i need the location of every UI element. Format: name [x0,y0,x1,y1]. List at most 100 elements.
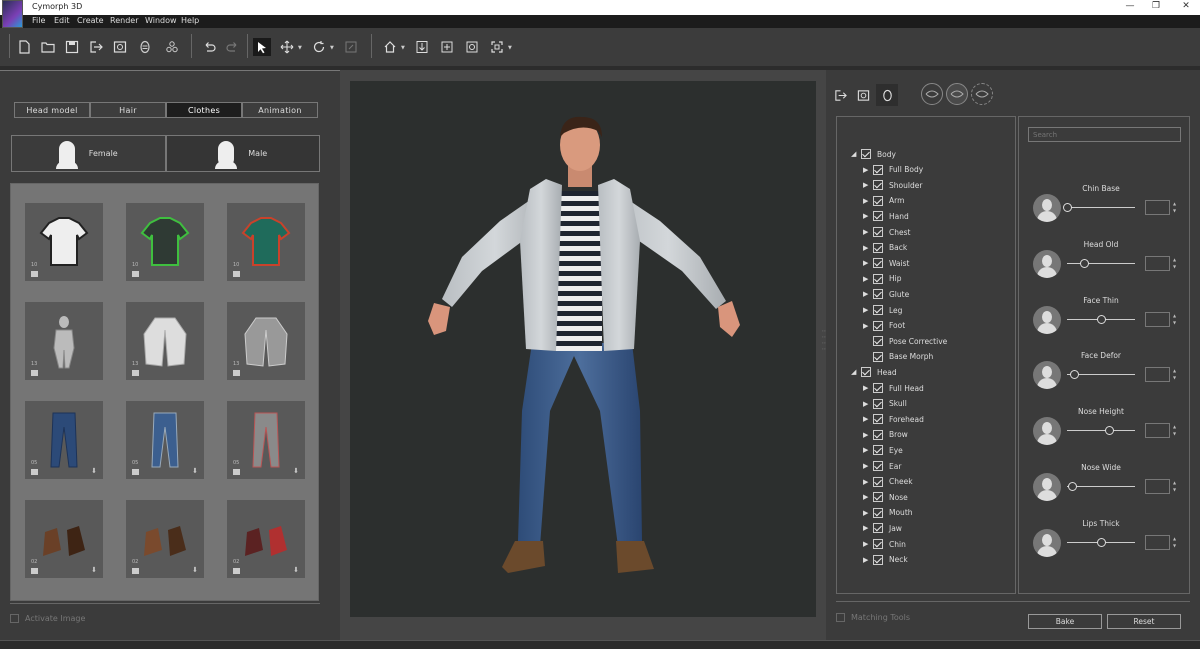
tree-item[interactable]: ▶ Eye [863,443,903,457]
clothing-item[interactable]: 13 [25,302,103,380]
rotate-tool-button[interactable] [310,38,328,56]
tree-item[interactable]: ◢ Head [851,365,897,379]
tree-checkbox[interactable] [873,195,883,206]
clothing-item[interactable]: 13 [227,302,305,380]
expand-arrow-icon[interactable]: ▶ [863,259,873,267]
morph-slider[interactable] [1067,314,1135,324]
tree-item[interactable]: ▶ Chest [863,225,910,239]
menu-create[interactable]: Create [77,16,104,25]
tree-checkbox[interactable] [873,336,883,347]
clothing-item[interactable]: 02 ⬇ [25,500,103,578]
menu-help[interactable]: Help [181,16,199,25]
clothing-item[interactable]: 05 ⬇ [227,401,305,479]
home-view-button[interactable] [381,38,399,56]
spin-arrows-icon[interactable]: ▲ ▼ [1173,312,1176,326]
tree-checkbox[interactable] [873,305,883,315]
head-view-button[interactable] [136,38,154,56]
tree-item[interactable]: ▶ Foot [863,319,905,333]
expand-arrow-icon[interactable]: ▶ [863,275,873,283]
tree-checkbox[interactable] [873,351,883,362]
chevron-down-icon[interactable]: ▼ [401,45,405,51]
tree-checkbox[interactable] [873,429,883,440]
expand-arrow-icon[interactable]: ▶ [863,306,873,314]
chevron-down-icon[interactable]: ▼ [298,45,302,51]
clothing-item[interactable]: 10 [227,203,305,281]
tree-item[interactable]: Base Morph [863,350,933,364]
value-spinbox[interactable] [1145,534,1170,550]
scale-tool-button[interactable] [342,38,360,56]
tree-checkbox[interactable] [873,476,883,487]
morph-slider[interactable] [1067,537,1135,547]
expand-arrow-icon[interactable]: ▶ [863,322,873,330]
expand-arrow-icon[interactable]: ▶ [863,384,873,392]
tree-item[interactable]: ▶ Forehead [863,412,924,426]
download-icon[interactable]: ⬇ [91,467,97,475]
tree-checkbox[interactable] [873,227,883,237]
tree-item[interactable]: ▶ Waist [863,256,909,270]
move-tool-button[interactable] [278,38,296,56]
slider-handle[interactable] [1069,370,1079,380]
tree-item[interactable]: ▶ Cheek [863,475,913,489]
morph-slider[interactable] [1063,203,1135,212]
expand-arrow-icon[interactable]: ▶ [863,400,873,408]
face-side-button[interactable] [946,83,968,105]
tab-hair[interactable]: Hair [90,102,166,118]
expand-arrow-icon[interactable]: ▶ [863,228,873,236]
expand-arrow-icon[interactable]: ▶ [863,540,873,548]
slider-handle[interactable] [1080,258,1089,268]
tree-checkbox[interactable] [861,367,871,378]
spin-arrows-icon[interactable]: ▲ ▼ [1173,367,1176,381]
chevron-down-icon[interactable]: ▼ [330,45,334,51]
undo-button[interactable] [200,38,218,56]
chevron-down-icon[interactable]: ▼ [508,45,512,51]
bake-button[interactable]: Bake [1028,614,1102,629]
spin-arrows-icon[interactable]: ▲ ▼ [1173,535,1176,549]
value-spinbox[interactable] [1145,479,1170,494]
activate-image-checkbox[interactable] [10,614,19,623]
spin-arrows-icon[interactable]: ▲ ▼ [1173,423,1176,437]
tree-item[interactable]: ▶ Mouth [863,506,913,520]
spin-arrows-icon[interactable]: ▲ ▼ [1173,200,1176,214]
expand-arrow-icon[interactable]: ▶ [863,446,873,454]
morph-slider[interactable] [1067,370,1135,380]
tree-item[interactable]: ▶ Shoulder [863,178,922,192]
value-spinbox[interactable] [1145,423,1170,439]
tree-checkbox[interactable] [873,507,883,518]
menu-window[interactable]: Window [145,16,177,25]
tree-checkbox[interactable] [873,445,883,456]
expand-arrow-icon[interactable]: ▶ [863,290,873,298]
open-button[interactable] [39,38,57,56]
save-button[interactable] [63,38,81,56]
tree-item[interactable]: ▶ Full Body [863,163,923,177]
face-front-button[interactable] [921,83,943,105]
tree-item[interactable]: ▶ Hip [863,272,901,286]
morph-slider[interactable] [1067,258,1135,268]
expand-arrow-icon[interactable]: ▶ [863,212,873,220]
clothing-item[interactable]: 05 ⬇ [25,401,103,479]
tree-item[interactable]: ▶ Nose [863,490,908,504]
search-input[interactable] [1028,127,1181,142]
morph-slider[interactable] [1067,426,1135,436]
download-icon[interactable]: ⬇ [192,467,198,475]
clothing-item[interactable]: 10 [25,203,103,281]
tree-checkbox[interactable] [873,211,883,222]
tree-item[interactable]: ▶ Arm [863,194,904,208]
face-profile-button[interactable] [971,83,993,105]
tree-item[interactable]: ◢ Body [851,147,896,161]
slider-handle[interactable] [1097,537,1106,547]
clothing-item[interactable]: 05 ⬇ [126,401,204,479]
morph-slider[interactable] [1067,482,1135,491]
tree-checkbox[interactable] [873,320,883,331]
tab-animation[interactable]: Animation [242,102,318,118]
render-button[interactable] [111,38,129,56]
tree-item[interactable]: ▶ Hand [863,209,909,223]
expand-arrow-icon[interactable]: ▶ [863,462,873,470]
center-button[interactable] [438,38,456,56]
tab-clothes[interactable]: Clothes [166,102,242,118]
tree-item[interactable]: ▶ Brow [863,428,908,442]
drop-to-floor-button[interactable] [413,38,431,56]
tree-item[interactable]: ▶ Chin [863,537,906,551]
expand-arrow-icon[interactable]: ▶ [863,166,873,174]
expand-arrow-icon[interactable]: ▶ [863,415,873,423]
select-tool-button[interactable] [253,38,271,56]
